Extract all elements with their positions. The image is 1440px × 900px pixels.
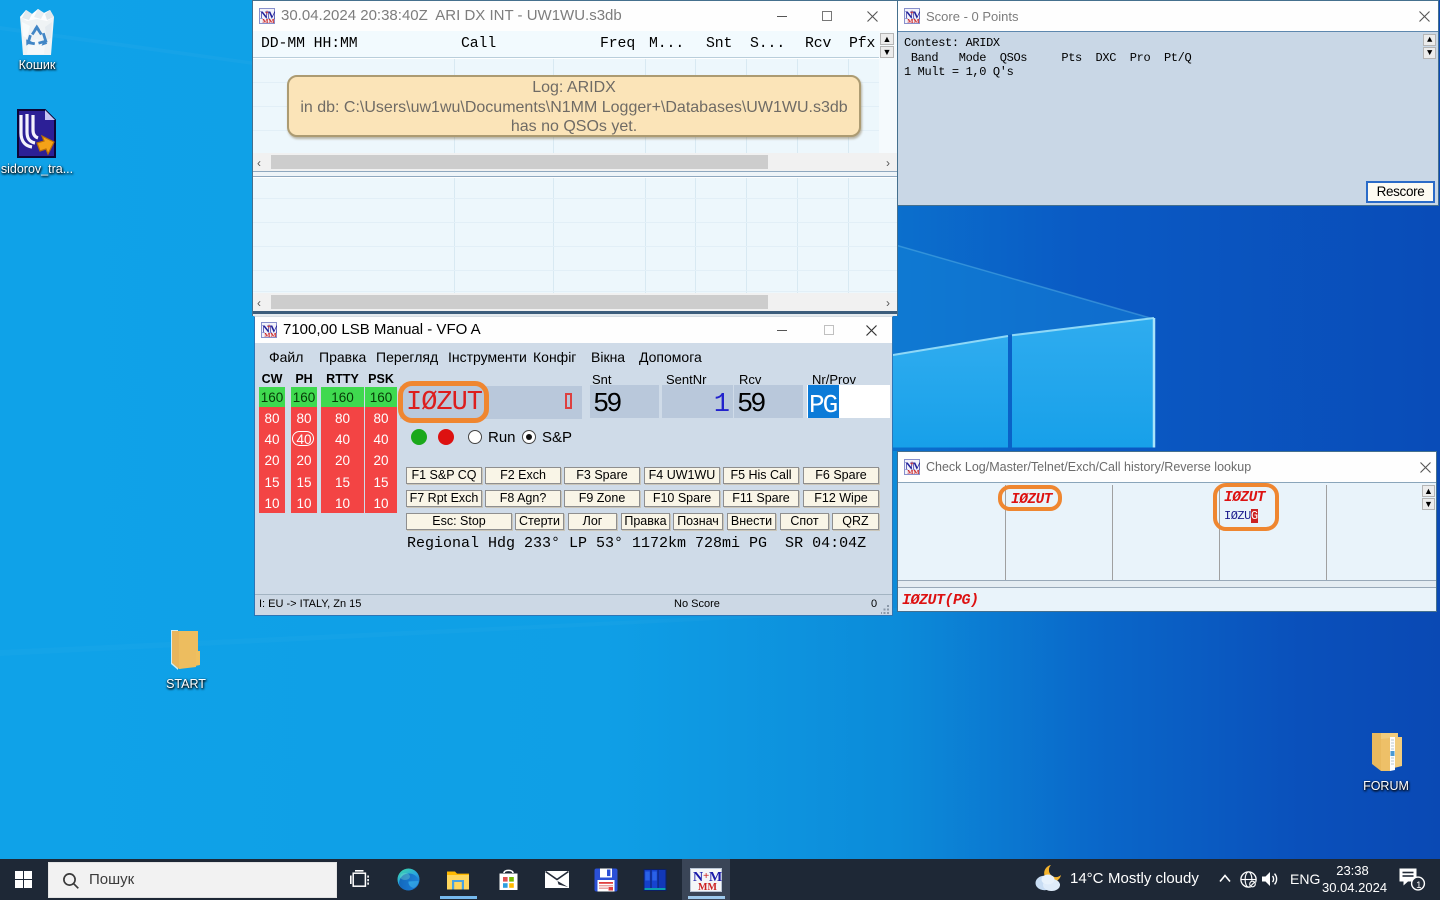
svg-text:MM: MM — [264, 332, 276, 338]
svg-text:MM: MM — [907, 469, 919, 475]
svg-text:MM: MM — [907, 18, 919, 24]
svg-text:MM: MM — [262, 18, 274, 24]
svg-text:1: 1 — [1416, 880, 1421, 891]
svg-text:MM: MM — [698, 882, 717, 892]
